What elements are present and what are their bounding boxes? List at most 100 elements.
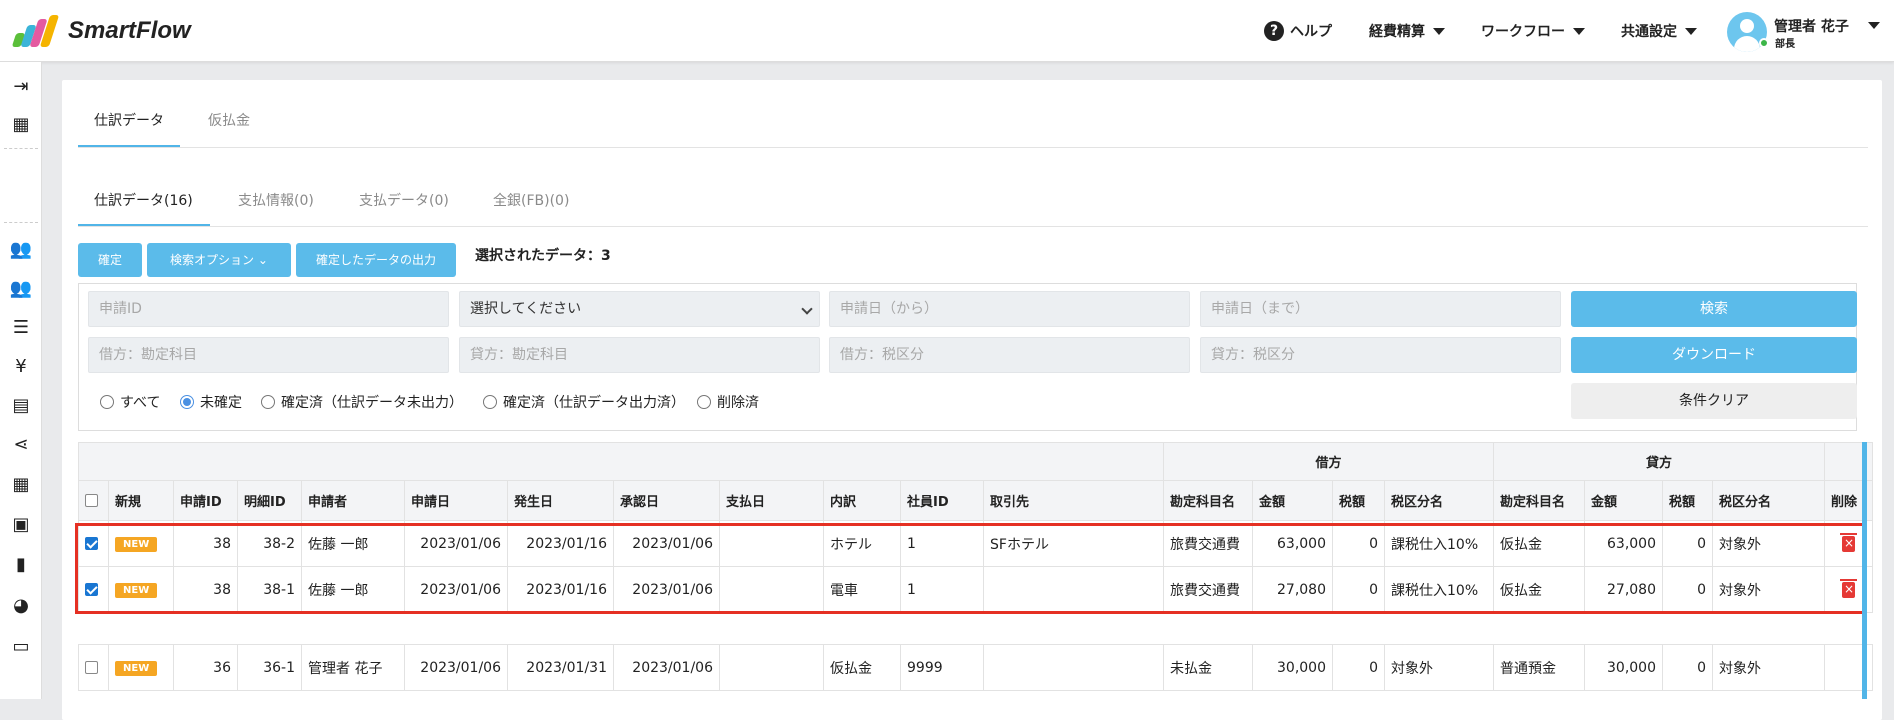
search-button[interactable]: 検索 [1571,291,1857,327]
cell-credit-tax: 0 [1662,644,1713,691]
radio-label: 確定済（仕訳データ出力済） [503,395,685,411]
cell-debit-tax: 0 [1332,644,1385,691]
menu-expense[interactable]: 経費精算 [1369,0,1445,62]
date-from-input[interactable]: 申請日（から） [829,291,1190,327]
user-menu-caret-icon[interactable] [1868,22,1880,29]
collapse-sidebar-icon[interactable]: ⇥ [0,76,42,98]
share-icon[interactable]: ⋖ [0,434,42,456]
radio-circle [483,395,497,409]
col-debit-taxcat: 税区分名 [1384,480,1494,521]
cell-applicant: 管理者 花子 [301,644,405,691]
menu-expense-label: 経費精算 [1369,24,1425,40]
cell-occur-date: 2023/01/31 [507,644,614,691]
building-icon[interactable]: ▦ [0,114,42,136]
menu-workflow-label: ワークフロー [1481,24,1565,40]
app-name: SmartFlow [68,17,191,44]
cell-credit-amount: 30,000 [1584,644,1663,691]
cell-debit-taxcat: 対象外 [1384,644,1494,691]
radio-confirmed-not-exported[interactable]: 確定済（仕訳データ未出力） [261,392,463,412]
cell-vendor [983,644,1164,691]
top-header: SmartFlow ? ヘルプ 経費精算 ワークフロー 共通設定 管理者 花子 … [0,0,1894,62]
col-new: 新規 [108,480,174,521]
cell-request-id: 36 [173,644,238,691]
table-icon[interactable]: ▦ [0,474,42,496]
select-all-checkbox[interactable] [85,494,98,507]
cell-debit-amount: 30,000 [1252,644,1333,691]
radio-confirmed-exported[interactable]: 確定済（仕訳データ出力済） [483,392,685,412]
col-credit-account: 勘定科目名 [1493,480,1585,521]
caret-down-icon [1573,27,1585,35]
radio-unconfirmed[interactable]: 未確定 [180,392,242,412]
radio-deleted[interactable]: 削除済 [697,392,759,412]
receipt-icon[interactable]: ▤ [0,395,42,417]
subtab-journal-data[interactable]: 仕訳データ(16) [94,190,193,210]
download-button[interactable]: ダウンロード [1571,337,1857,373]
tab-journal-data[interactable]: 仕訳データ [94,110,164,130]
menu-settings-label: 共通設定 [1621,24,1677,40]
document-icon[interactable]: ▮ [0,554,42,576]
date-to-input[interactable]: 申請日（まで） [1200,291,1561,327]
debit-tax-input[interactable]: 借方：税区分 [829,337,1190,373]
users-icon[interactable]: 👥 [0,239,42,261]
help-link[interactable]: ? ヘルプ [1264,0,1332,62]
radio-all[interactable]: すべて [100,392,160,412]
scroll-indicator[interactable] [1862,442,1867,699]
row-checkbox[interactable] [85,661,98,674]
cell-pay-date [719,644,824,691]
category-select[interactable]: 選択してください [459,291,820,327]
select-all-cell [78,480,109,521]
table-spacer-row [78,612,1873,645]
col-credit-amount: 金額 [1584,480,1663,521]
credit-tax-input[interactable]: 貸方：税区分 [1200,337,1561,373]
col-debit-account: 勘定科目名 [1163,480,1253,521]
subtab-payment-info[interactable]: 支払情報(0) [238,190,314,210]
search-options-label: 検索オプション [170,253,255,267]
col-approve-date: 承認日 [613,480,720,521]
cell-credit-taxcat: 対象外 [1712,644,1825,691]
group-header-blank [78,442,1164,481]
request-id-input[interactable]: 申請ID [88,291,449,327]
wallet-icon[interactable]: ▭ [0,636,42,658]
cell-breakdown: 仮払金 [823,644,901,691]
group-header-credit: 貸方 [1493,442,1825,481]
cell-apply-date: 2023/01/06 [404,644,508,691]
search-options-button[interactable]: 検索オプション ⌄ [147,243,291,277]
subtab-payment-data[interactable]: 支払データ(0) [359,190,449,210]
confirm-button[interactable]: 確定 [78,243,142,277]
col-debit-amount: 金額 [1252,480,1333,521]
user-group-icon[interactable]: 👥 [0,278,42,300]
radio-label: 未確定 [200,395,242,411]
subtab-zengin-fb[interactable]: 全銀(FB)(0) [493,190,569,210]
caret-down-icon [1433,27,1445,35]
export-confirmed-button[interactable]: 確定したデータの出力 [296,243,456,277]
books-icon[interactable]: ▣ [0,514,42,536]
radio-label: 確定済（仕訳データ未出力） [281,395,463,411]
app-logo[interactable]: SmartFlow [11,15,191,47]
col-debit-tax: 税額 [1332,480,1385,521]
debit-account-input[interactable]: 借方：勘定科目 [88,337,449,373]
caret-down-icon [1685,27,1697,35]
menu-workflow[interactable]: ワークフロー [1481,0,1585,62]
yen-icon[interactable]: ¥ [0,356,42,378]
col-credit-tax: 税額 [1662,480,1713,521]
user-name[interactable]: 管理者 花子 [1774,16,1849,36]
list-icon[interactable]: ☰ [0,317,42,339]
radio-circle [180,395,194,409]
chevron-down-icon [801,303,813,315]
col-pay-date: 支払日 [719,480,824,521]
new-badge: NEW [115,661,158,676]
tab-advance-payment[interactable]: 仮払金 [208,110,250,130]
clear-conditions-button[interactable]: 条件クリア [1571,383,1857,419]
table-row: NEW 36 36-1 管理者 花子 2023/01/06 2023/01/31… [78,644,1873,691]
menu-common-settings[interactable]: 共通設定 [1621,0,1697,62]
col-vendor: 取引先 [983,480,1164,521]
col-detail-id: 明細ID [237,480,302,521]
radio-label: 削除済 [717,395,759,411]
selected-count: 選択されたデータ：3 [475,248,611,264]
help-label: ヘルプ [1290,24,1332,40]
cell-debit-account: 未払金 [1163,644,1253,691]
cell-approve-date: 2023/01/06 [613,644,720,691]
cell-employee-id: 9999 [900,644,984,691]
palette-icon[interactable]: ◕ [0,595,42,617]
credit-account-input[interactable]: 貸方：勘定科目 [459,337,820,373]
